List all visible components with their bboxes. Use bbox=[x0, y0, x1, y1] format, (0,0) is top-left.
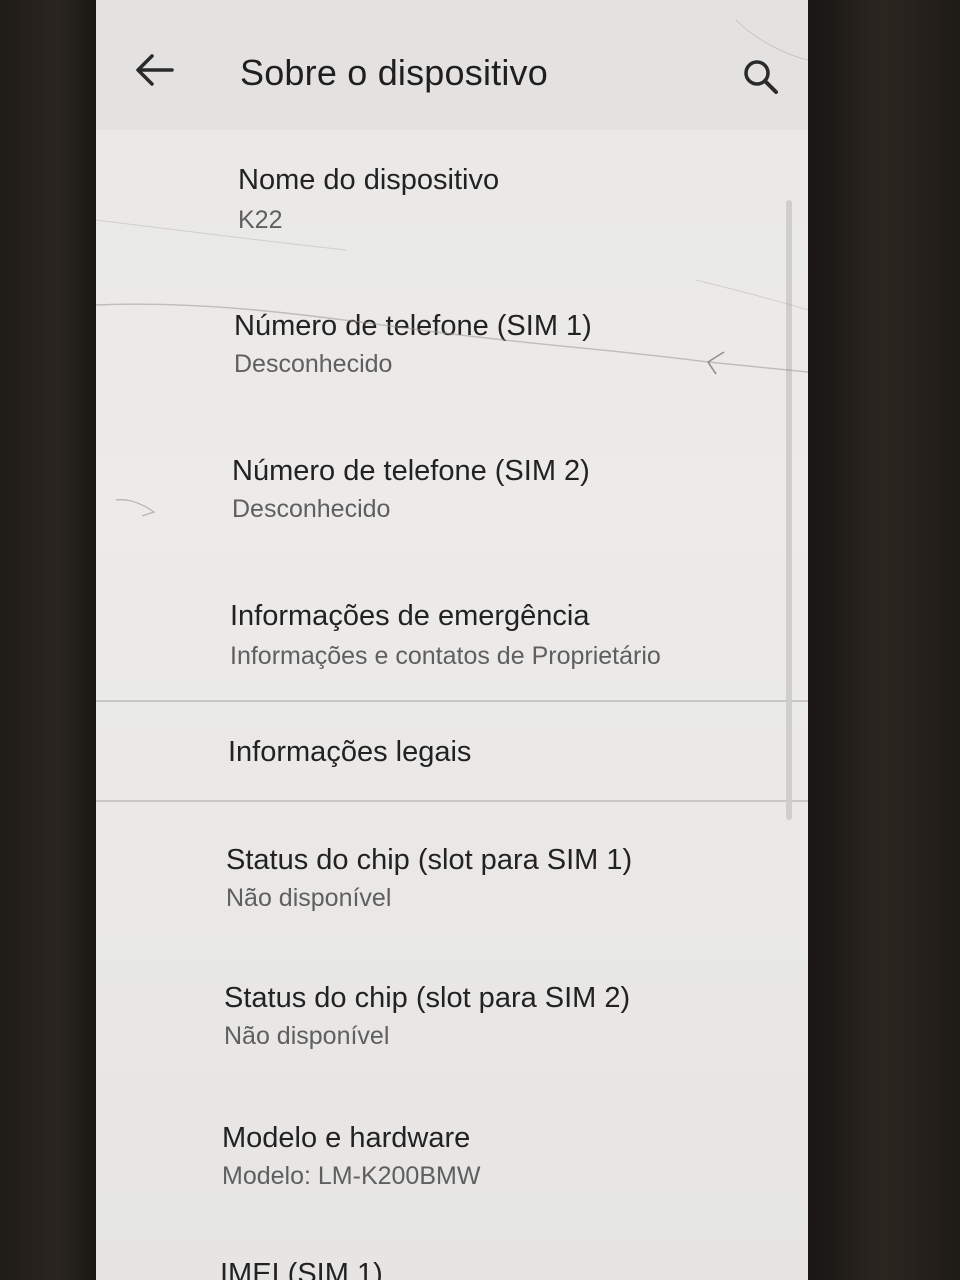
list-item-summary: Não disponível bbox=[224, 1022, 390, 1050]
list-item-title: Modelo e hardware bbox=[222, 1122, 471, 1154]
list-item-sim2-status[interactable]: Status do chip (slot para SIM 2) Não dis… bbox=[96, 940, 808, 1080]
list-item-legal-info[interactable]: Informações legais bbox=[96, 702, 808, 800]
list-item-title: Informações legais bbox=[228, 736, 472, 768]
back-button[interactable] bbox=[132, 50, 176, 90]
list-item-summary: Informações e contatos de Proprietário bbox=[230, 642, 661, 670]
search-button[interactable] bbox=[740, 56, 784, 100]
list-item-summary: Desconhecido bbox=[234, 350, 393, 378]
list-item-summary: Não disponível bbox=[226, 884, 392, 912]
list-item-sim1-status[interactable]: Status do chip (slot para SIM 1) Não dis… bbox=[96, 802, 808, 940]
list-item-emergency-info[interactable]: Informações de emergência Informações e … bbox=[96, 570, 808, 700]
list-item-device-name[interactable]: Nome do dispositivo K22 bbox=[96, 130, 808, 280]
list-item-title: Informações de emergência bbox=[230, 600, 590, 632]
list-item-phone-sim1[interactable]: Número de telefone (SIM 1) Desconhecido bbox=[96, 280, 808, 425]
arrow-back-icon bbox=[136, 54, 174, 86]
search-icon bbox=[744, 60, 778, 94]
settings-screen: Sobre o dispositivo Nome do dispositivo … bbox=[96, 0, 808, 1280]
list-item-title: Nome do dispositivo bbox=[238, 164, 500, 196]
page-title: Sobre o dispositivo bbox=[240, 52, 548, 93]
scrollbar[interactable] bbox=[786, 200, 792, 820]
list-item-summary: K22 bbox=[238, 206, 283, 234]
list-item-imei-sim1[interactable]: IMEI (SIM 1) bbox=[96, 1220, 808, 1280]
list-item-phone-sim2[interactable]: Número de telefone (SIM 2) Desconhecido bbox=[96, 425, 808, 570]
list-item-title: Status do chip (slot para SIM 2) bbox=[224, 982, 631, 1014]
list-item-model-hardware[interactable]: Modelo e hardware Modelo: LM-K200BMW bbox=[96, 1080, 808, 1220]
list-item-title: Status do chip (slot para SIM 1) bbox=[226, 844, 633, 876]
list-item-summary: Desconhecido bbox=[232, 495, 391, 523]
list-item-summary: Modelo: LM-K200BMW bbox=[222, 1162, 481, 1190]
list-item-title: IMEI (SIM 1) bbox=[220, 1258, 383, 1280]
list-item-title: Número de telefone (SIM 2) bbox=[232, 455, 590, 487]
list-item-title: Número de telefone (SIM 1) bbox=[234, 310, 592, 342]
app-bar: Sobre o dispositivo bbox=[96, 0, 808, 130]
